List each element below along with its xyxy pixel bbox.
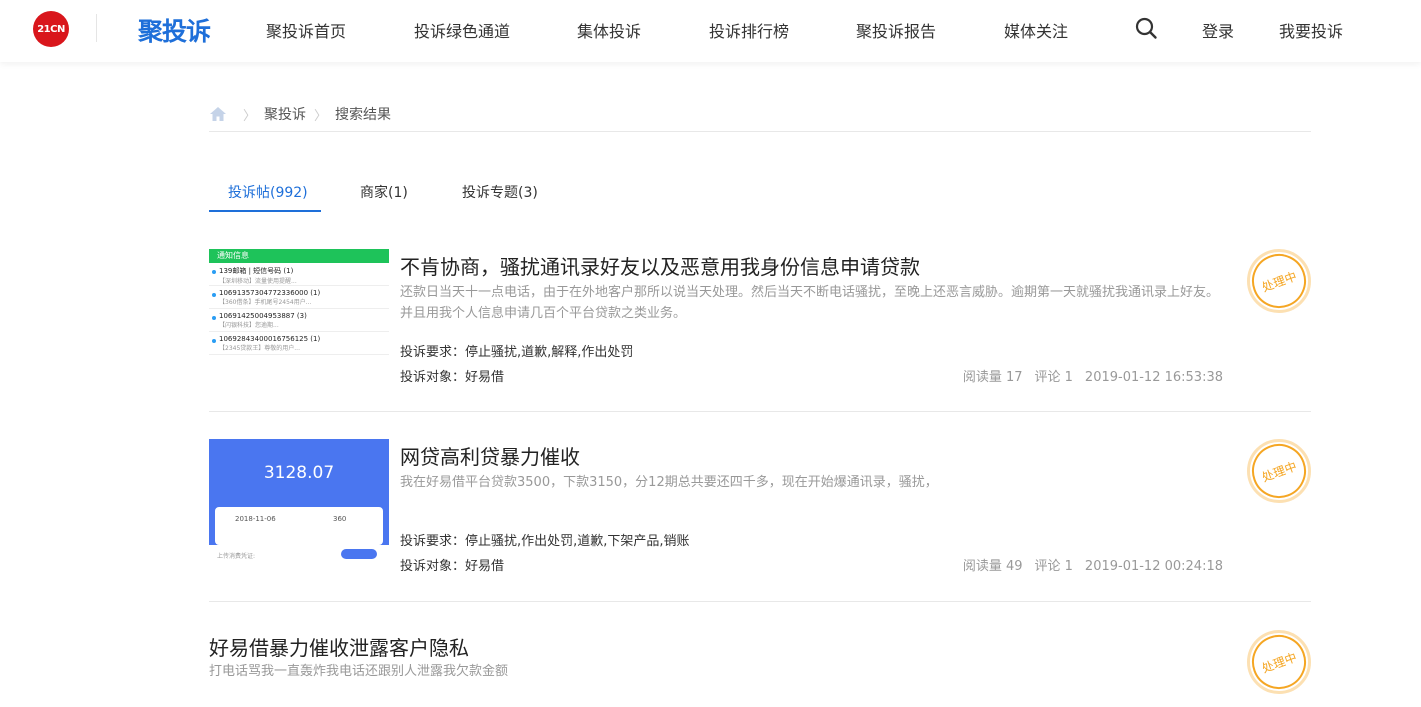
result-demand: 投诉要求：停止骚扰,作出处罚,道歉,下架产品,销账: [400, 534, 690, 549]
home-icon[interactable]: [209, 106, 227, 122]
logo-divider: [96, 14, 97, 42]
thumbnail-bottom: 上传消费凭证:: [209, 545, 389, 573]
result-thumbnail[interactable]: 3128.07 2018-11-06 360 上传消费凭证:: [209, 439, 389, 573]
tab-merchants[interactable]: 商家(1): [360, 182, 408, 202]
nav-report[interactable]: 聚投诉报告: [856, 18, 936, 42]
thumbnail-header: 通知信息: [209, 249, 389, 263]
thumbnail-card: 2018-11-06 360: [215, 507, 383, 545]
result-description: 我在好易借平台贷款3500，下款3150，分12期总共要还四千多，现在开始爆通讯…: [400, 475, 938, 490]
comment-count: 评论 1: [1034, 559, 1073, 574]
tab-complaints[interactable]: 投诉帖(992): [228, 182, 308, 202]
result-description: 打电话骂我一直轰炸我电话还跟别人泄露我欠款金额: [209, 664, 509, 679]
21cn-logo[interactable]: 21CN: [33, 11, 69, 47]
post-time: 2019-01-12 00:24:18: [1084, 559, 1223, 574]
status-stamp: 处理中: [1244, 246, 1314, 316]
result-title[interactable]: 好易借暴力催收泄露客户隐私: [209, 632, 469, 661]
result-stats: 阅读量 17 评论 1 2019-01-12 16:53:38: [951, 366, 1223, 385]
notification-row: 10691357304772336000 (1) 【360借条】手机尾号2454用…: [209, 286, 389, 309]
nav-ranking[interactable]: 投诉排行榜: [709, 18, 789, 42]
active-tab-indicator: [209, 210, 321, 212]
chevron-right-icon: 〉: [314, 108, 328, 124]
status-label: 处理中: [1244, 436, 1314, 506]
status-label: 处理中: [1244, 246, 1314, 316]
notification-row: 10692843400016756125 (1) 【2345贷款王】尊敬的用户..…: [209, 332, 389, 355]
thumbnail-amount: 3128.07: [263, 463, 335, 483]
tab-topics[interactable]: 投诉专题(3): [462, 182, 538, 202]
notification-row: 10691425004953887 (3) 【闪银科技】您逾期...: [209, 309, 389, 332]
result-item: 好易借暴力催收泄露客户隐私 打电话骂我一直轰炸我电话还跟别人泄露我欠款金额 处理…: [209, 627, 1314, 707]
divider: [209, 411, 1311, 412]
result-item: 通知信息 139邮箱 | 短信号码 (1) 【深圳移动】流量使用提醒... 106…: [209, 246, 1314, 389]
top-navigation-bar: 21CN 聚投诉 聚投诉首页 投诉绿色通道 集体投诉 投诉排行榜 聚投诉报告 媒…: [0, 0, 1421, 62]
status-stamp: 处理中: [1244, 627, 1314, 697]
result-target: 投诉对象：好易借: [400, 370, 505, 385]
status-label: 处理中: [1244, 627, 1314, 697]
result-item: 3128.07 2018-11-06 360 上传消费凭证: 网贷高利贷暴力催收…: [209, 436, 1314, 579]
submit-complaint-link[interactable]: 我要投诉: [1279, 18, 1343, 42]
result-stats: 阅读量 49 评论 1 2019-01-12 00:24:18: [951, 555, 1223, 574]
result-title[interactable]: 不肯协商，骚扰通讯录好友以及恶意用我身份信息申请贷款: [400, 251, 920, 280]
notification-row: 139邮箱 | 短信号码 (1) 【深圳移动】流量使用提醒...: [209, 263, 389, 286]
nav-home[interactable]: 聚投诉首页: [266, 18, 346, 42]
comment-count: 评论 1: [1034, 370, 1073, 385]
post-time: 2019-01-12 16:53:38: [1084, 370, 1223, 385]
nav-green-channel[interactable]: 投诉绿色通道: [414, 18, 510, 42]
chevron-right-icon: 〉: [243, 108, 257, 124]
result-thumbnail[interactable]: 通知信息 139邮箱 | 短信号码 (1) 【深圳移动】流量使用提醒... 106…: [209, 249, 389, 383]
result-demand: 投诉要求：停止骚扰,道歉,解释,作出处罚: [400, 345, 634, 360]
read-count: 阅读量 49: [962, 559, 1023, 574]
login-link[interactable]: 登录: [1202, 18, 1234, 42]
result-tabs: 投诉帖(992) 商家(1) 投诉专题(3): [209, 178, 1311, 212]
status-stamp: 处理中: [1244, 436, 1314, 506]
search-icon[interactable]: [1134, 16, 1158, 40]
read-count: 阅读量 17: [962, 370, 1023, 385]
result-title[interactable]: 网贷高利贷暴力催收: [400, 441, 580, 470]
breadcrumb: 〉 聚投诉 〉 搜索结果: [209, 104, 391, 124]
divider: [209, 601, 1311, 602]
result-description: 还款日当天十一点电话，由于在外地客户那所以说当天处理。然后当天不断电话骚扰，至晚…: [400, 285, 1220, 321]
divider: [209, 131, 1311, 132]
nav-group-complaint[interactable]: 集体投诉: [577, 18, 641, 42]
result-target: 投诉对象：好易借: [400, 559, 505, 574]
breadcrumb-current: 搜索结果: [335, 107, 392, 123]
nav-media[interactable]: 媒体关注: [1004, 18, 1068, 42]
breadcrumb-home-link[interactable]: 聚投诉: [264, 104, 306, 124]
brand-logo[interactable]: 聚投诉: [138, 12, 211, 48]
